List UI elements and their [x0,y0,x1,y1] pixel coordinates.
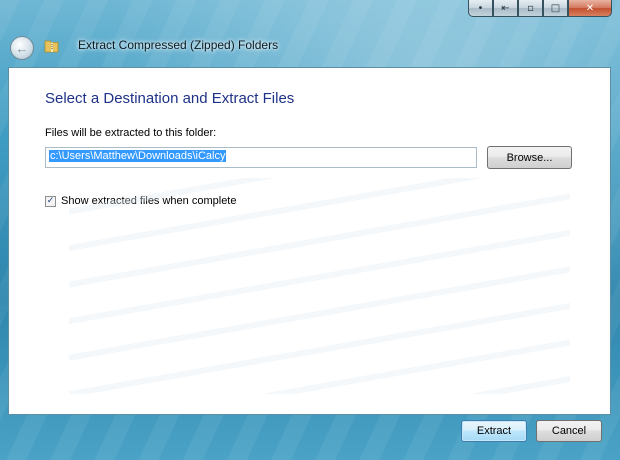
back-arrow-icon: ← [15,40,29,56]
maximize-button[interactable]: □ [543,0,568,17]
page-title: Select a Destination and Extract Files [45,90,295,107]
restore-button[interactable]: ▫ [518,0,543,17]
window-title: Extract Compressed (Zipped) Folders [78,38,279,52]
cancel-button[interactable]: Cancel [536,420,602,442]
extract-button[interactable]: Extract [461,420,527,442]
show-files-checkbox[interactable]: ✓ [45,195,56,207]
close-icon: ✕ [585,2,595,14]
help-icon: • [477,2,484,14]
restore-icon: ▫ [527,2,534,14]
wizard-content: Select a Destination and Extract Files F… [8,67,611,415]
destination-path-text: c:\Users\Matthew\Downloads\iCalcy [49,150,227,162]
zipped-folder-icon [44,40,59,53]
pin-button[interactable]: ⇤ [493,0,518,17]
help-button[interactable]: • [468,0,493,17]
show-files-label[interactable]: Show extracted files when complete [61,195,236,207]
destination-path-input[interactable]: c:\Users\Matthew\Downloads\iCalcy [45,147,477,168]
back-button[interactable]: ← [10,36,34,60]
close-button[interactable]: ✕ [568,0,612,17]
pin-icon: ⇤ [501,2,510,14]
destination-label: Files will be extracted to this folder: [45,127,217,139]
show-files-option[interactable]: ✓ Show extracted files when complete [45,195,236,207]
caption-buttons: • ⇤ ▫ □ ✕ [468,0,612,18]
browse-button[interactable]: Browse... [487,146,572,169]
checkmark-icon: ✓ [46,195,55,206]
maximize-icon: □ [550,2,561,14]
